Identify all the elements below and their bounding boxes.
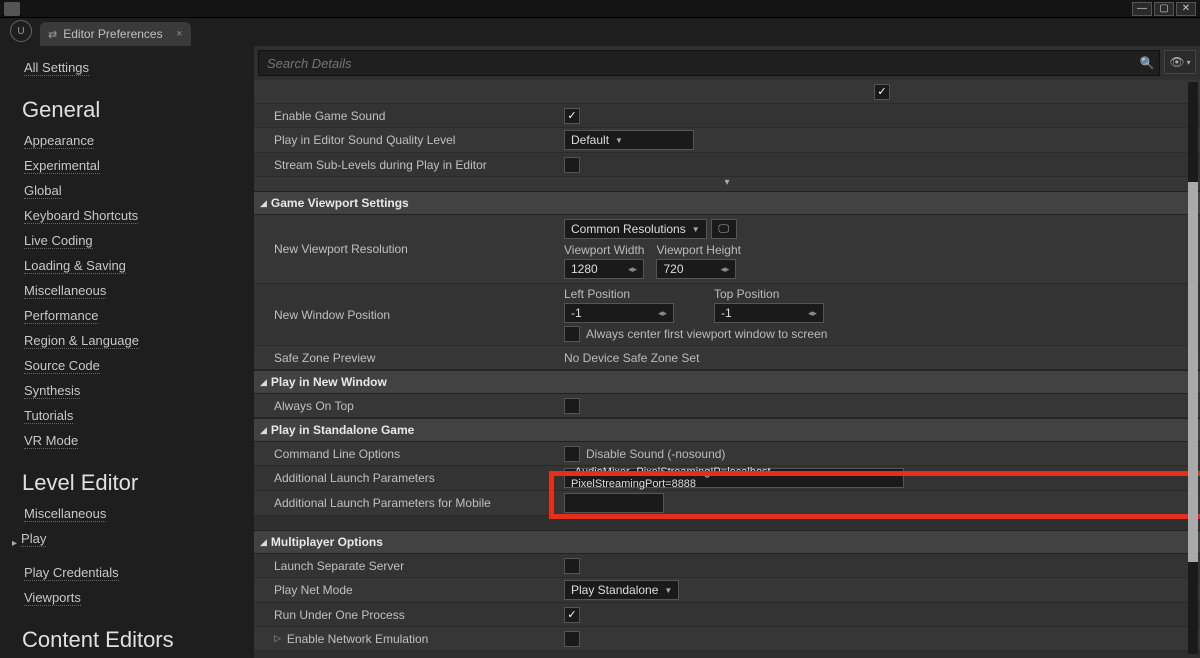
run-one-process-checkbox[interactable] [564,607,580,623]
setting-label: Play Net Mode [274,579,564,601]
setting-label: ▷Enable Network Emulation [274,628,564,650]
tab-row: ⇄ Editor Preferences × [0,18,1200,46]
chevron-right-icon[interactable]: ▷ [274,633,281,644]
details-panel: 🔍 👁▾ Enable Game Sound Play in Editor So… [254,46,1200,658]
sidebar-item[interactable]: Source Code [24,358,100,374]
field-label: Viewport Height [656,243,741,257]
monitor-icon[interactable]: 🖵 [711,219,737,239]
tab-label: Editor Preferences [63,27,162,41]
checkbox-label: Disable Sound (-nosound) [586,447,725,461]
setting-label: New Viewport Resolution [274,238,564,260]
sidebar-item[interactable]: Appearance [24,133,94,149]
setting-label: Play in Editor Sound Quality Level [274,129,564,151]
always-center-checkbox[interactable] [564,326,580,342]
field-label: Left Position [564,287,674,301]
common-resolutions-dropdown[interactable]: Common Resolutions▼ [564,219,707,239]
details-scroll: Enable Game Sound Play in Editor Sound Q… [254,80,1200,658]
section-game-viewport[interactable]: ◢ Game Viewport Settings [254,191,1200,215]
play-net-mode-dropdown[interactable]: Play Standalone▼ [564,580,679,600]
sidebar-item[interactable]: Experimental [24,158,100,174]
chevron-down-icon: ◢ [260,377,267,388]
top-position-input[interactable]: -1◂▸ [714,303,824,323]
setting-label: Run Under One Process [274,604,564,626]
field-label: Viewport Width [564,243,644,257]
search-icon[interactable]: 🔍 [1135,51,1159,75]
sidebar-all-settings[interactable]: All Settings [24,60,89,76]
checkbox-label: Always center first viewport window to s… [586,327,827,341]
sidebar-item[interactable]: Play Credentials [24,565,119,581]
sidebar-item[interactable]: Global [24,183,62,199]
additional-launch-params-input[interactable]: -AudioMixer -PixelStreamingIP=localhost … [564,468,904,488]
sidebar-group-title: General [22,97,246,123]
sidebar-item[interactable]: Synthesis [24,383,80,399]
setting-label: Enable Game Sound [274,105,564,127]
chevron-down-icon: ▼ [664,586,672,595]
section-multiplayer[interactable]: ◢ Multiplayer Options [254,530,1200,554]
setting-label: Additional Launch Parameters [274,467,564,489]
safe-zone-value: No Device Safe Zone Set [564,351,699,365]
setting-label: Safe Zone Preview [274,347,564,369]
app-logo-icon [4,2,20,16]
sidebar-item[interactable]: Miscellaneous [24,506,106,522]
launch-separate-server-checkbox[interactable] [564,558,580,574]
close-button[interactable]: ✕ [1176,2,1196,16]
enable-network-emulation-checkbox[interactable] [564,631,580,647]
unreal-logo-icon: U [10,20,32,42]
stream-sublevels-checkbox[interactable] [564,157,580,173]
setting-label: Command Line Options [274,443,564,465]
sidebar-item[interactable]: Viewports [24,590,81,606]
setting-label: Launch Separate Server [274,555,564,577]
view-options-dropdown[interactable]: 👁▾ [1164,50,1196,74]
tab-editor-preferences[interactable]: ⇄ Editor Preferences × [40,22,191,46]
left-position-input[interactable]: -1◂▸ [564,303,674,323]
sidebar-item[interactable]: Live Coding [24,233,93,249]
eye-icon: 👁 [1169,55,1184,69]
section-play-standalone[interactable]: ◢ Play in Standalone Game [254,418,1200,442]
expand-section-button[interactable]: ▾ [254,177,1200,191]
sidebar-item[interactable]: Loading & Saving [24,258,126,274]
sidebar-item[interactable]: VR Mode [24,433,78,449]
sidebar-item[interactable]: Performance [24,308,98,324]
sidebar-group-title: Level Editor [22,470,246,496]
viewport-height-input[interactable]: 720◂▸ [656,259,736,279]
sound-quality-dropdown[interactable]: Default▼ [564,130,694,150]
chevron-down-icon: ◢ [260,198,267,209]
sidebar-group-title: Content Editors [22,627,246,653]
setting-checkbox[interactable] [874,84,890,100]
disable-sound-checkbox[interactable] [564,446,580,462]
setting-label: Additional Launch Parameters for Mobile [274,492,564,514]
setting-label: Stream Sub-Levels during Play in Editor [274,154,564,176]
settings-icon: ⇄ [48,28,57,41]
scrollbar-thumb[interactable] [1188,182,1198,562]
field-label: Top Position [714,287,824,301]
sidebar-item[interactable]: Keyboard Shortcuts [24,208,138,224]
always-on-top-checkbox[interactable] [564,398,580,414]
chevron-down-icon: ◢ [260,537,267,548]
search-bar: 🔍 [258,50,1160,76]
chevron-down-icon: ▼ [615,136,623,145]
settings-sidebar: All Settings General Appearance Experiment… [0,46,254,658]
sidebar-item[interactable]: Miscellaneous [24,283,106,299]
sidebar-item[interactable]: Play [21,531,46,547]
close-icon[interactable]: × [176,28,182,40]
setting-label: Always On Top [274,395,564,417]
viewport-width-input[interactable]: 1280◂▸ [564,259,644,279]
maximize-button[interactable]: ▢ [1154,2,1174,16]
chevron-down-icon: ◢ [260,425,267,436]
enable-game-sound-checkbox[interactable] [564,108,580,124]
window-controls: — ▢ ✕ [1132,2,1196,16]
setting-label: New Window Position [274,304,564,326]
additional-launch-params-mobile-input[interactable] [564,493,664,513]
sidebar-item[interactable]: Tutorials [24,408,73,424]
section-play-new-window[interactable]: ◢ Play in New Window [254,370,1200,394]
minimize-button[interactable]: — [1132,2,1152,16]
search-input[interactable] [259,56,1135,71]
sidebar-item[interactable]: Region & Language [24,333,139,349]
chevron-down-icon: ▼ [692,225,700,234]
window-titlebar: — ▢ ✕ [0,0,1200,18]
